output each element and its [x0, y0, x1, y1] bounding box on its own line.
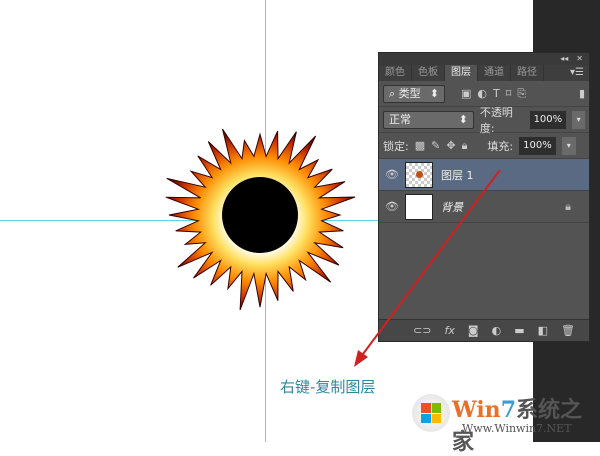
logo-pane-blue [421, 413, 431, 423]
logo-pane-yellow [431, 413, 441, 423]
windows-logo-icon [412, 394, 450, 432]
watermark-title-win: Win [452, 397, 501, 423]
caption-text: 右键-复制图层 [280, 378, 376, 396]
watermark: Win7系统之家 Www.Winwin7.NET [412, 392, 600, 455]
watermark-title-7: 7 [500, 397, 516, 423]
logo-pane-red [421, 403, 431, 413]
arrow-shaft [359, 169, 501, 359]
logo-pane-green [431, 403, 441, 413]
watermark-url: Www.Winwin7.NET [462, 422, 572, 435]
arrow-head [354, 350, 368, 367]
